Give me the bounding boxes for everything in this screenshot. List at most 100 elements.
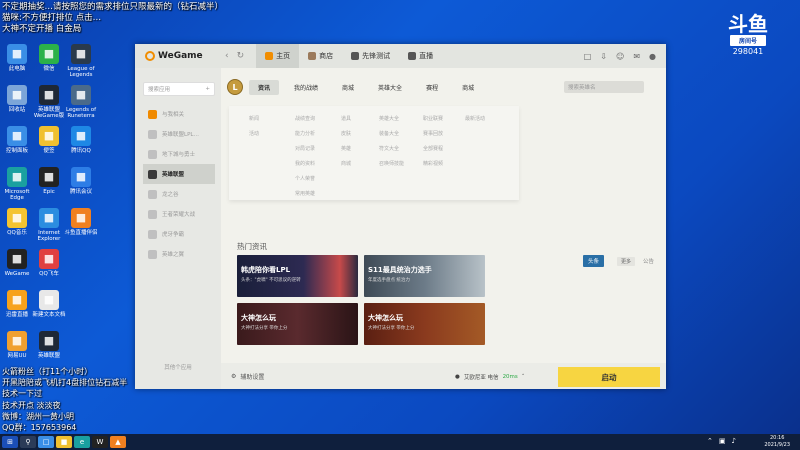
download-icon[interactable]: ⇩ <box>600 52 607 61</box>
dropdown-item[interactable]: 常用英雄 <box>295 187 315 202</box>
back-arrow-icon[interactable]: ‹ <box>225 51 229 61</box>
taskbar-wegame-icon[interactable]: W <box>92 436 108 448</box>
desktop-icon[interactable]: ■ 回收站 <box>0 85 34 113</box>
news-tab[interactable]: 公告 <box>643 257 654 265</box>
taskbar-explorer-icon[interactable]: □ <box>38 436 54 448</box>
desktop-icon[interactable]: ■ 此电脑 <box>0 44 34 72</box>
taskbar-search-icon[interactable]: ⚲ <box>20 436 36 448</box>
desktop-icon[interactable]: ■ Legends of Runeterra <box>64 85 98 119</box>
chevron-up-icon[interactable]: ˄ <box>522 374 525 380</box>
sidebar-item[interactable]: 英雄联盟 <box>143 164 215 184</box>
overlay-top-line: 不定期抽奖…请按照您的需求排位只限最新的（钻石减半） <box>2 2 224 12</box>
desktop-icon[interactable]: ■ 腾讯QQ <box>64 126 98 154</box>
more-button[interactable]: 更多 <box>617 257 636 266</box>
sidebar-search-input[interactable]: 搜索应用 + <box>143 82 215 96</box>
dropdown-item[interactable]: 精彩视频 <box>423 157 443 172</box>
desktop-icon[interactable]: ■ QQ飞车 <box>32 249 66 277</box>
sidebar-item[interactable]: 地下城与勇士 <box>143 144 215 164</box>
news-card[interactable]: S11最具统治力选手 年度选手盘点 统治力 <box>364 255 485 297</box>
dropdown-item[interactable]: 最新活动 <box>465 112 485 127</box>
dropdown-item[interactable]: 我的资料 <box>295 157 315 172</box>
desktop-icon[interactable]: ■ Internet Explorer <box>32 208 66 242</box>
desktop-icon[interactable]: ■ 网易UU <box>0 331 34 359</box>
top-tab-0[interactable]: 主页 <box>256 44 300 68</box>
server-signal-icon: ● <box>455 374 460 380</box>
news-card[interactable]: 大神怎么玩 大神打法分享 带你上分 <box>364 303 485 345</box>
sidebar-item[interactable]: 龙之谷 <box>143 184 215 204</box>
settings-icon[interactable]: ⚙ <box>231 373 236 380</box>
assist-settings-button[interactable]: 辅助设置 <box>240 372 264 381</box>
dropdown-item[interactable]: 赛事回放 <box>423 127 443 142</box>
game-tab[interactable]: 商城 <box>333 80 363 95</box>
desktop-icon[interactable]: ■ Epic <box>32 167 66 195</box>
dropdown-item[interactable]: 新闻 <box>249 112 259 127</box>
desktop-icon[interactable]: ■ 新建文本文档 <box>32 290 66 318</box>
dropdown-item[interactable]: 召唤师技能 <box>379 157 404 172</box>
desktop-icon[interactable]: ■ 控制面板 <box>0 126 34 154</box>
top-tab-1[interactable]: 商店 <box>299 44 342 68</box>
wegame-titlebar[interactable]: WeGame ‹ ↻ 主页 商店 先锋测试 直播 □ ⇩ ☺ ✉ ● <box>135 44 666 68</box>
news-tab[interactable]: 头条 <box>583 255 605 267</box>
sidebar-bottom-text[interactable]: 其他个应用 <box>135 363 221 371</box>
desktop-icon[interactable]: ■ 迅雷直播 <box>0 290 34 318</box>
chat-icon[interactable]: ✉ <box>633 52 640 61</box>
game-tab[interactable]: 资讯 <box>249 79 280 95</box>
start-button[interactable]: 启动 <box>558 367 660 387</box>
dropdown-item[interactable]: 道具 <box>341 112 351 127</box>
top-tab-2[interactable]: 先锋测试 <box>342 44 399 68</box>
volume-icon[interactable]: ♪ <box>732 437 736 445</box>
sidebar-item[interactable]: 英雄之翼 <box>143 244 215 264</box>
dropdown-item[interactable]: 全部赛程 <box>423 142 443 157</box>
desktop-icon[interactable]: ■ 腾讯会议 <box>64 167 98 195</box>
box-icon[interactable]: □ <box>584 52 592 61</box>
add-icon[interactable]: + <box>205 86 210 92</box>
start-menu-icon[interactable]: ⊞ <box>2 436 18 448</box>
dropdown-item[interactable]: 皮肤 <box>341 127 351 142</box>
news-card[interactable]: 大神怎么玩 大神打法分享 带你上分 <box>237 303 358 345</box>
taskbar-clock[interactable]: 20:16 2021/9/23 <box>764 435 790 448</box>
desktop-icon[interactable]: ■ 微信 <box>32 44 66 72</box>
overlay-bottom-line: 火箭粉丝（打11个小时） <box>2 367 93 376</box>
desktop-icon[interactable]: ■ 便签 <box>32 126 66 154</box>
dropdown-item[interactable]: 对局记录 <box>295 142 315 157</box>
news-card[interactable]: 韩虎陪你看LPL 头条："虎啸" 不可思议的逆转 <box>237 255 358 297</box>
sidebar-item[interactable]: 英雄联盟LPL… <box>143 124 215 144</box>
friends-icon[interactable]: ☺ <box>616 52 624 61</box>
desktop-icon[interactable]: ■ 英雄联盟 <box>32 331 66 359</box>
refresh-icon[interactable]: ↻ <box>237 51 245 61</box>
game-tab[interactable]: 赛程 <box>417 80 447 95</box>
sidebar-item[interactable]: 虎牙争霸 <box>143 224 215 244</box>
news-card-title: 韩虎陪你看LPL <box>241 266 291 274</box>
taskbar-folder-icon[interactable]: ■ <box>56 436 72 448</box>
desktop-icon[interactable]: ■ 英雄联盟WeGame版 <box>32 85 66 119</box>
sidebar-item[interactable]: 王者荣耀大战 <box>143 204 215 224</box>
taskbar-edge-icon[interactable]: e <box>74 436 90 448</box>
dropdown-item[interactable]: 战绩查询 <box>295 112 315 127</box>
dropdown-item[interactable]: 商城 <box>341 157 351 172</box>
dropdown-item[interactable]: 个人荣誉 <box>295 172 315 187</box>
desktop-icon[interactable]: ■ WeGame <box>0 249 34 277</box>
game-tab[interactable]: 商城 <box>453 80 483 95</box>
tray-arrow-icon[interactable]: ⌃ <box>707 437 713 445</box>
dropdown-item[interactable]: 英雄 <box>341 142 351 157</box>
text-doc-icon: ■ <box>39 290 59 310</box>
dropdown-item[interactable]: 装备大全 <box>379 127 404 142</box>
avatar-icon[interactable]: ● <box>649 52 656 61</box>
desktop-icon[interactable]: ■ Microsoft Edge <box>0 167 34 201</box>
dropdown-item[interactable]: 能力分析 <box>295 127 315 142</box>
network-icon[interactable]: ▣ <box>719 437 726 445</box>
dropdown-item[interactable]: 职业联赛 <box>423 112 443 127</box>
taskbar-douyu-icon[interactable]: ▲ <box>110 436 126 448</box>
desktop-icon[interactable]: ■ QQ音乐 <box>0 208 34 236</box>
desktop-icon[interactable]: ■ League of Legends <box>64 44 98 78</box>
top-tab-3[interactable]: 直播 <box>399 44 442 68</box>
dropdown-item[interactable]: 英雄大全 <box>379 112 404 127</box>
dropdown-item[interactable]: 活动 <box>249 127 259 142</box>
game-tab[interactable]: 我的战绩 <box>285 80 327 95</box>
server-selector[interactable]: ● 艾欧尼亚 电信 20ms ˄ <box>455 373 525 381</box>
game-search-input[interactable]: 搜索英雄名 <box>564 81 644 93</box>
sidebar-item[interactable]: 与我相关 <box>143 104 215 124</box>
game-tab[interactable]: 英雄大全 <box>369 80 411 95</box>
desktop-icon[interactable]: ■ 斗鱼直播伴侣 <box>64 208 98 236</box>
dropdown-item[interactable]: 符文大全 <box>379 142 404 157</box>
